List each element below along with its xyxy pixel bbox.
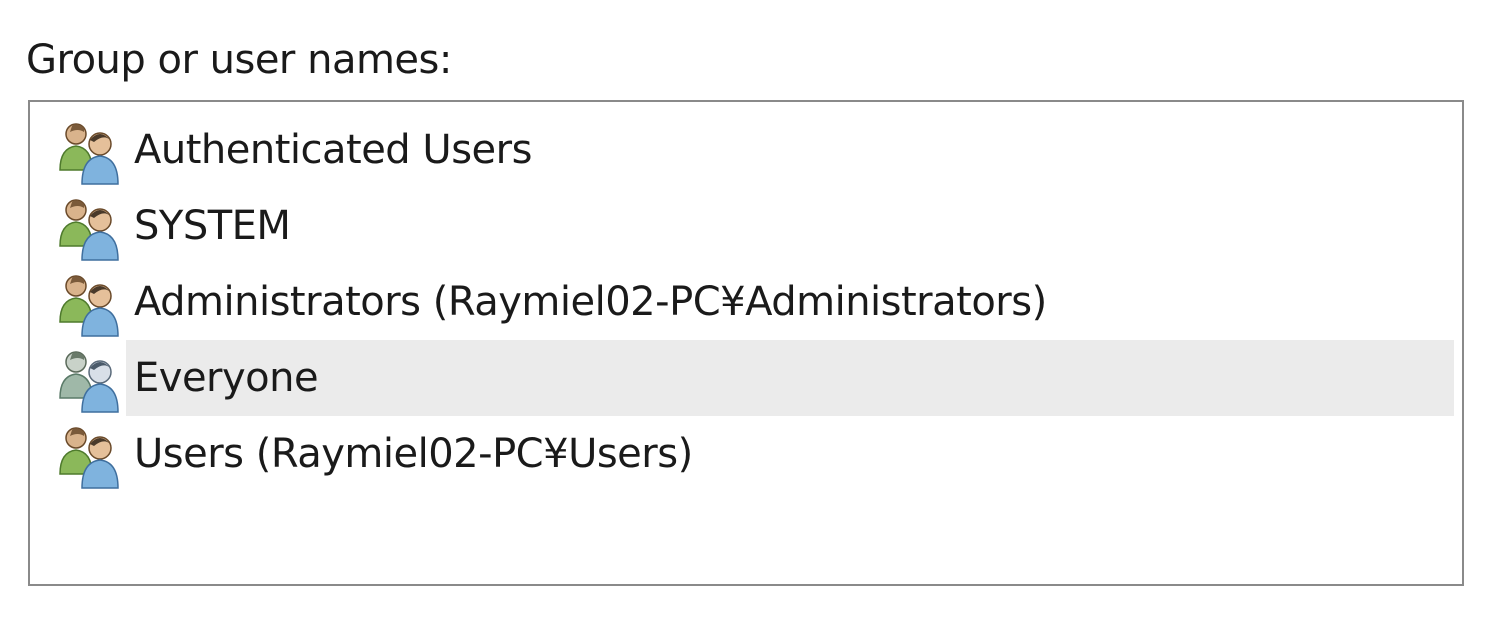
list-item-label: Users (Raymiel02-PC¥Users) (134, 431, 693, 477)
hover-highlight: Everyone (126, 340, 1454, 416)
list-item-label: Administrators (Raymiel02-PC¥Administrat… (134, 279, 1047, 325)
list-item-everyone[interactable]: Everyone (30, 340, 1462, 416)
user-group-icon (54, 348, 128, 414)
list-item-authenticated-users[interactable]: Authenticated Users (30, 112, 1462, 188)
group-or-user-names-list[interactable]: Authenticated Users SYSTEM Administrator… (28, 100, 1464, 586)
user-group-icon (54, 120, 128, 186)
user-group-icon (54, 424, 128, 490)
list-item-label: Everyone (134, 355, 319, 401)
list-item-system[interactable]: SYSTEM (30, 188, 1462, 264)
user-group-icon (54, 272, 128, 338)
group-or-user-names-label: Group or user names: (26, 37, 452, 83)
user-group-icon (54, 196, 128, 262)
list-item-label: SYSTEM (134, 203, 291, 249)
list-item-users[interactable]: Users (Raymiel02-PC¥Users) (30, 416, 1462, 492)
list-item-administrators[interactable]: Administrators (Raymiel02-PC¥Administrat… (30, 264, 1462, 340)
list-item-label: Authenticated Users (134, 127, 532, 173)
